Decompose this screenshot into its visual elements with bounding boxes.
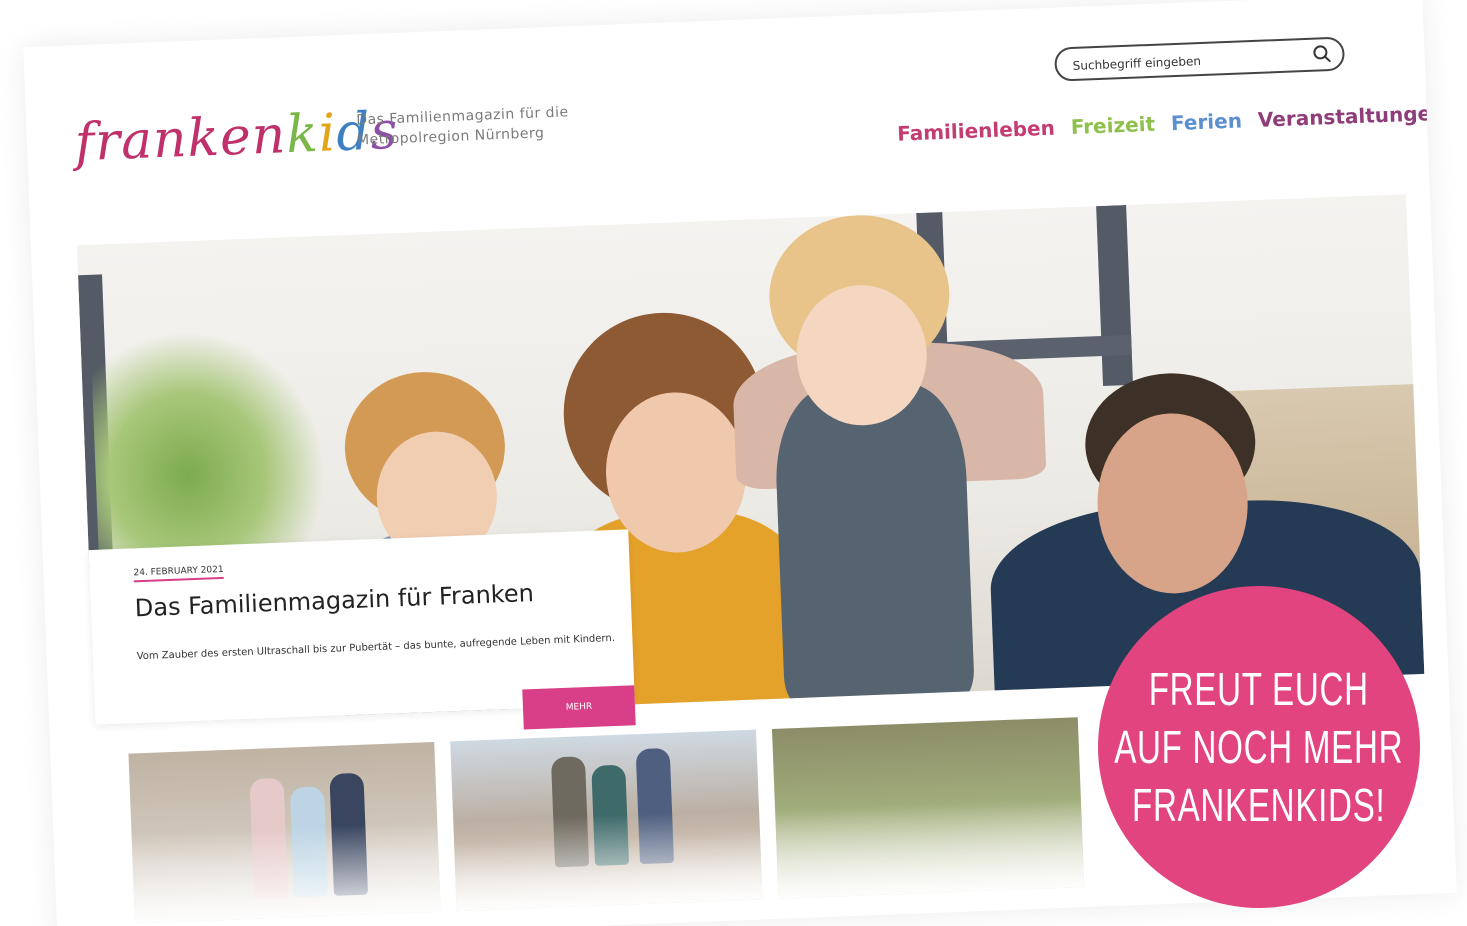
fade-overlay <box>131 821 441 924</box>
stage: frankenkids Das Familienmagazin für die … <box>0 0 1467 926</box>
main-nav: Familienleben Freizeit Ferien Veranstalt… <box>897 101 1446 146</box>
badge-line1: FREUT EUCH <box>1148 663 1370 715</box>
promo-badge-text: FREUT EUCH AUF NOCH MEHR FRANKENKIDS! <box>1114 660 1403 834</box>
article-date: 24. FEBRUARY 2021 <box>133 564 224 583</box>
promo-badge: FREUT EUCH AUF NOCH MEHR FRANKENKIDS! <box>1098 586 1420 908</box>
article-thumbnail[interactable] <box>128 741 441 924</box>
article-thumbnail[interactable] <box>450 729 763 912</box>
girl-overall <box>772 381 976 709</box>
article-description: Vom Zauber des ersten Ultraschall bis zu… <box>136 632 616 663</box>
nav-item-veranstaltungen[interactable]: Veranstaltungen <box>1257 101 1445 132</box>
nav-item-ferien[interactable]: Ferien <box>1171 108 1243 135</box>
search-icon[interactable] <box>1312 44 1333 65</box>
read-more-button[interactable]: MEHR <box>522 685 636 730</box>
nav-item-freizeit[interactable]: Freizeit <box>1070 112 1155 139</box>
logo[interactable]: frankenkids <box>74 101 400 173</box>
featured-article-card: 24. FEBRUARY 2021 Das Familienmagazin fü… <box>88 529 636 730</box>
window-frame <box>1096 204 1134 387</box>
plant <box>90 326 330 575</box>
tagline: Das Familienmagazin für die Metropolregi… <box>356 100 617 150</box>
search-box[interactable] <box>1054 36 1346 82</box>
search-input[interactable] <box>1070 46 1295 77</box>
badge-line3: FRANKENKIDS! <box>1132 779 1386 831</box>
badge-line2: AUF NOCH MEHR <box>1114 721 1404 773</box>
nav-item-familienleben[interactable]: Familienleben <box>897 116 1056 146</box>
fade-overlay <box>775 797 1085 899</box>
article-title[interactable]: Das Familienmagazin für Franken <box>134 579 534 622</box>
article-thumbnail[interactable] <box>771 717 1085 899</box>
fade-overlay <box>453 809 763 912</box>
